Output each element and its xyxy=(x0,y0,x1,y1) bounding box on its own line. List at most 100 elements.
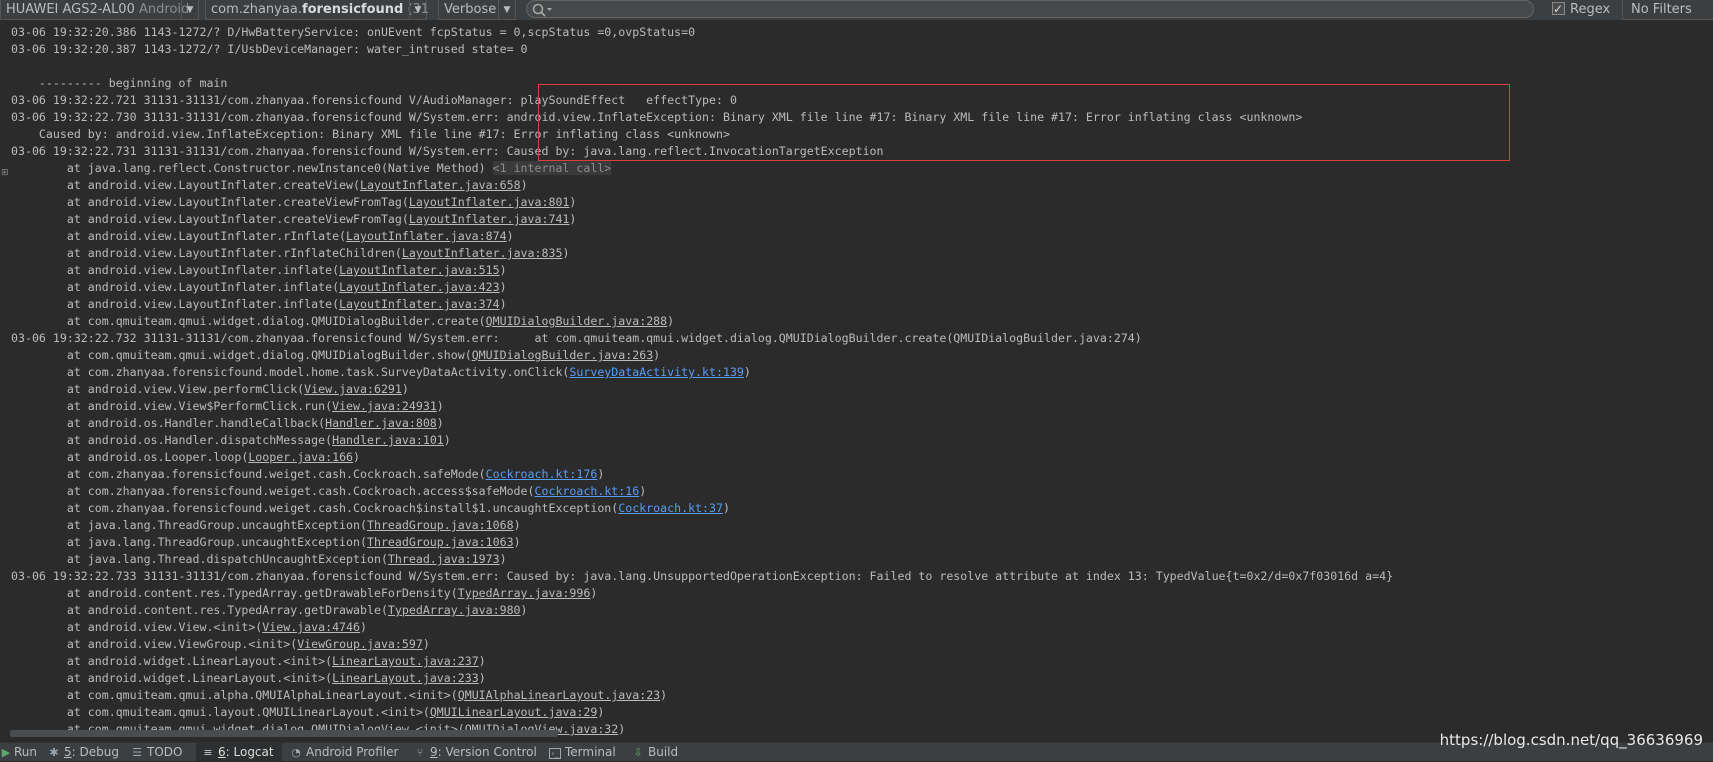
stack-line: at android.view.LayoutInflater.createVie… xyxy=(0,194,1713,211)
stack-text: ) xyxy=(401,382,409,396)
source-link[interactable]: View.java:24931 xyxy=(332,399,437,413)
stack-text: ) xyxy=(436,399,444,413)
source-link[interactable]: LayoutInflater.java:741 xyxy=(409,212,570,226)
stack-text: at android.os.Looper.loop( xyxy=(11,450,249,464)
tab-number: 6 xyxy=(218,745,226,759)
source-link[interactable]: TypedArray.java:996 xyxy=(458,586,591,600)
stack-text: at android.widget.LinearLayout.<init>( xyxy=(11,654,333,668)
source-link[interactable]: LayoutInflater.java:374 xyxy=(339,297,500,311)
source-link[interactable]: Looper.java:166 xyxy=(248,450,353,464)
source-link[interactable]: QMUIDialogBuilder.java:263 xyxy=(472,348,653,362)
stack-text: ) xyxy=(667,314,675,328)
build-icon: ⇩ xyxy=(633,746,643,759)
process-selector[interactable]: com.zhanyaa.forensicfound (31 ▼ xyxy=(205,0,429,20)
filter-selector[interactable]: No Filters xyxy=(1622,0,1713,20)
stack-text: at android.view.LayoutInflater.rInflateC… xyxy=(11,246,402,260)
internal-call-folding[interactable]: <1 internal call> xyxy=(492,161,612,175)
log-level-value: Verbose xyxy=(444,2,497,17)
stack-text: at com.qmuiteam.qmui.widget.dialog.QMUID… xyxy=(11,348,472,362)
stack-text: at com.qmuiteam.qmui.widget.dialog.QMUID… xyxy=(11,314,486,328)
stack-text: ) xyxy=(422,637,430,651)
stack-line: at android.view.View.performClick(View.j… xyxy=(0,381,1713,398)
filter-value: No Filters xyxy=(1631,2,1692,17)
search-input[interactable] xyxy=(526,0,1534,18)
tab-label: Terminal xyxy=(565,745,616,759)
stack-line: at android.view.LayoutInflater.rInflate(… xyxy=(0,228,1713,245)
source-link[interactable]: Cockroach.kt:176 xyxy=(486,467,598,481)
stack-line: at java.lang.ThreadGroup.uncaughtExcepti… xyxy=(0,517,1713,534)
source-link[interactable]: ViewGroup.java:597 xyxy=(297,637,423,651)
stack-text: ) xyxy=(506,229,514,243)
stack-line: at com.zhanyaa.forensicfound.weiget.cash… xyxy=(0,466,1713,483)
logcat-icon: ≡ xyxy=(203,746,213,759)
stack-text: at android.view.View.performClick( xyxy=(11,382,305,396)
source-link[interactable]: Handler.java:101 xyxy=(332,433,444,447)
stack-text: ) xyxy=(660,688,668,702)
regex-label: Regex xyxy=(1570,2,1611,17)
stack-text: ) xyxy=(597,467,605,481)
stack-text: ) xyxy=(743,365,751,379)
source-link[interactable]: LayoutInflater.java:515 xyxy=(339,263,500,277)
source-link[interactable]: LayoutInflater.java:423 xyxy=(339,280,500,294)
source-link[interactable]: View.java:4746 xyxy=(262,620,360,634)
source-link[interactable]: ThreadGroup.java:1068 xyxy=(367,518,514,532)
tab-debug[interactable]: ✱ 5: Debug xyxy=(48,743,120,761)
stack-text: at android.view.LayoutInflater.inflate( xyxy=(11,263,340,277)
source-link[interactable]: TypedArray.java:980 xyxy=(388,603,521,617)
source-link[interactable]: Cockroach.kt:37 xyxy=(618,501,723,515)
stack-text: at android.os.Handler.handleCallback( xyxy=(11,416,326,430)
source-link[interactable]: View.java:6291 xyxy=(304,382,402,396)
stack-line: at java.lang.ThreadGroup.uncaughtExcepti… xyxy=(0,534,1713,551)
source-link[interactable]: LayoutInflater.java:835 xyxy=(402,246,563,260)
source-link[interactable]: QMUILinearLayout.java:29 xyxy=(430,705,598,719)
horizontal-scrollbar[interactable] xyxy=(10,730,558,737)
stack-text: ) xyxy=(513,535,521,549)
stack-line: at com.qmuiteam.qmui.widget.dialog.QMUID… xyxy=(0,313,1713,330)
regex-checkbox[interactable]: Regex xyxy=(1552,0,1622,20)
stack-text: ) xyxy=(499,280,507,294)
log-line: 03-06 19:32:20.387 1143-1272/? I/UsbDevi… xyxy=(11,42,528,56)
source-link[interactable]: LinearLayout.java:237 xyxy=(332,654,479,668)
tab-terminal[interactable]: ›_ Terminal xyxy=(549,743,619,761)
source-link[interactable]: LayoutInflater.java:874 xyxy=(346,229,507,243)
stack-text: at com.zhanyaa.forensicfound.weiget.cash… xyxy=(11,484,535,498)
stack-text: ) xyxy=(513,518,521,532)
source-link[interactable]: Handler.java:808 xyxy=(325,416,437,430)
source-link[interactable]: LayoutInflater.java:801 xyxy=(409,195,570,209)
stack-text: at android.os.Handler.dispatchMessage( xyxy=(11,433,333,447)
tab-logcat[interactable]: ≡ 6: Logcat xyxy=(196,743,282,761)
source-link[interactable]: SurveyDataActivity.kt:139 xyxy=(569,365,744,379)
todo-icon: ☰ xyxy=(132,746,142,759)
source-link[interactable]: LinearLayout.java:233 xyxy=(332,671,479,685)
search-icon xyxy=(532,3,552,17)
stack-text: at java.lang.ThreadGroup.uncaughtExcepti… xyxy=(11,518,367,532)
tab-android-profiler[interactable]: ◔ Android Profiler xyxy=(290,743,402,761)
stack-line: at android.content.res.TypedArray.getDra… xyxy=(0,585,1713,602)
process-name: forensicfound xyxy=(301,2,404,17)
log-level-selector[interactable]: Verbose ▼ xyxy=(438,0,516,20)
device-selector[interactable]: HUAWEI AGS2-AL00 Android ▼ xyxy=(0,0,199,20)
stack-line: at android.content.res.TypedArray.getDra… xyxy=(0,602,1713,619)
stack-text: at android.view.LayoutInflater.inflate( xyxy=(11,280,340,294)
log-line: 03-06 19:32:22.733 31131-31131/com.zhany… xyxy=(11,569,1394,583)
source-link[interactable]: Cockroach.kt:16 xyxy=(535,484,640,498)
stack-line: at com.zhanyaa.forensicfound.weiget.cash… xyxy=(0,500,1713,517)
source-link[interactable]: ThreadGroup.java:1063 xyxy=(367,535,514,549)
process-prefix: com.zhanyaa. xyxy=(211,2,302,17)
source-link[interactable]: QMUIAlphaLinearLayout.java:23 xyxy=(458,688,660,702)
source-link[interactable]: Thread.java:1973 xyxy=(388,552,500,566)
tab-build[interactable]: ⇩ Build xyxy=(632,743,692,761)
stack-text: ) xyxy=(436,416,444,430)
expand-icon[interactable]: ⊞ xyxy=(1,168,9,178)
stack-text: ) xyxy=(590,586,598,600)
tab-version-control[interactable]: ⑂ 9: Version Control xyxy=(414,743,537,761)
source-link[interactable]: LayoutInflater.java:658 xyxy=(360,178,521,192)
tab-todo[interactable]: ☰ TODO xyxy=(131,743,191,761)
source-link[interactable]: QMUIDialogBuilder.java:288 xyxy=(486,314,667,328)
stack-text: ) xyxy=(520,603,528,617)
stack-text: at android.widget.LinearLayout.<init>( xyxy=(11,671,333,685)
stack-line: at android.view.LayoutInflater.rInflateC… xyxy=(0,245,1713,262)
stack-line: at com.zhanyaa.forensicfound.model.home.… xyxy=(0,364,1713,381)
tab-run[interactable]: ▶ Run xyxy=(0,743,40,761)
